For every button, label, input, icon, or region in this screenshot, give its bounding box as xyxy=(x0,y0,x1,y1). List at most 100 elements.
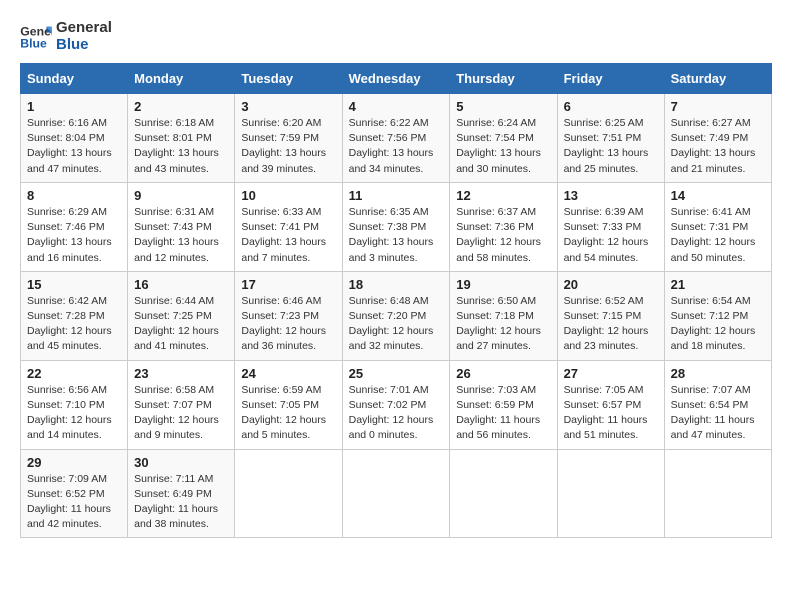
day-number: 5 xyxy=(456,99,550,114)
day-number: 21 xyxy=(671,277,765,292)
week-row-1: 1 Sunrise: 6:16 AM Sunset: 8:04 PM Dayli… xyxy=(21,94,772,183)
day-cell: 20 Sunrise: 6:52 AM Sunset: 7:15 PM Dayl… xyxy=(557,271,664,360)
col-header-sunday: Sunday xyxy=(21,64,128,94)
day-number: 28 xyxy=(671,366,765,381)
day-cell: 18 Sunrise: 6:48 AM Sunset: 7:20 PM Dayl… xyxy=(342,271,450,360)
day-info: Sunrise: 6:41 AM Sunset: 7:31 PM Dayligh… xyxy=(671,205,765,266)
day-cell: 26 Sunrise: 7:03 AM Sunset: 6:59 PM Dayl… xyxy=(450,360,557,449)
day-cell: 25 Sunrise: 7:01 AM Sunset: 7:02 PM Dayl… xyxy=(342,360,450,449)
day-number: 16 xyxy=(134,277,228,292)
day-info: Sunrise: 6:59 AM Sunset: 7:05 PM Dayligh… xyxy=(241,383,335,444)
day-number: 25 xyxy=(349,366,444,381)
day-number: 23 xyxy=(134,366,228,381)
day-cell xyxy=(342,449,450,538)
day-number: 12 xyxy=(456,188,550,203)
svg-text:Blue: Blue xyxy=(20,36,47,50)
day-number: 24 xyxy=(241,366,335,381)
day-cell: 10 Sunrise: 6:33 AM Sunset: 7:41 PM Dayl… xyxy=(235,182,342,271)
day-cell: 14 Sunrise: 6:41 AM Sunset: 7:31 PM Dayl… xyxy=(664,182,771,271)
day-info: Sunrise: 6:27 AM Sunset: 7:49 PM Dayligh… xyxy=(671,116,765,177)
col-header-thursday: Thursday xyxy=(450,64,557,94)
day-cell: 1 Sunrise: 6:16 AM Sunset: 8:04 PM Dayli… xyxy=(21,94,128,183)
header: General Blue General Blue xyxy=(20,20,772,53)
day-cell xyxy=(557,449,664,538)
day-cell: 12 Sunrise: 6:37 AM Sunset: 7:36 PM Dayl… xyxy=(450,182,557,271)
logo-general: General xyxy=(56,20,112,37)
day-number: 8 xyxy=(27,188,121,203)
day-info: Sunrise: 7:07 AM Sunset: 6:54 PM Dayligh… xyxy=(671,383,765,444)
day-cell: 5 Sunrise: 6:24 AM Sunset: 7:54 PM Dayli… xyxy=(450,94,557,183)
col-header-saturday: Saturday xyxy=(664,64,771,94)
week-row-2: 8 Sunrise: 6:29 AM Sunset: 7:46 PM Dayli… xyxy=(21,182,772,271)
day-number: 29 xyxy=(27,455,121,470)
day-cell: 17 Sunrise: 6:46 AM Sunset: 7:23 PM Dayl… xyxy=(235,271,342,360)
day-number: 6 xyxy=(564,99,658,114)
day-number: 30 xyxy=(134,455,228,470)
day-cell: 29 Sunrise: 7:09 AM Sunset: 6:52 PM Dayl… xyxy=(21,449,128,538)
day-info: Sunrise: 6:24 AM Sunset: 7:54 PM Dayligh… xyxy=(456,116,550,177)
day-cell: 19 Sunrise: 6:50 AM Sunset: 7:18 PM Dayl… xyxy=(450,271,557,360)
day-cell: 6 Sunrise: 6:25 AM Sunset: 7:51 PM Dayli… xyxy=(557,94,664,183)
day-number: 1 xyxy=(27,99,121,114)
day-info: Sunrise: 6:33 AM Sunset: 7:41 PM Dayligh… xyxy=(241,205,335,266)
day-number: 22 xyxy=(27,366,121,381)
day-cell: 4 Sunrise: 6:22 AM Sunset: 7:56 PM Dayli… xyxy=(342,94,450,183)
day-info: Sunrise: 7:09 AM Sunset: 6:52 PM Dayligh… xyxy=(27,472,121,533)
col-header-wednesday: Wednesday xyxy=(342,64,450,94)
logo-icon: General Blue xyxy=(20,23,52,51)
day-number: 18 xyxy=(349,277,444,292)
day-number: 26 xyxy=(456,366,550,381)
day-info: Sunrise: 6:16 AM Sunset: 8:04 PM Dayligh… xyxy=(27,116,121,177)
day-cell: 21 Sunrise: 6:54 AM Sunset: 7:12 PM Dayl… xyxy=(664,271,771,360)
day-cell xyxy=(235,449,342,538)
col-header-friday: Friday xyxy=(557,64,664,94)
day-info: Sunrise: 7:01 AM Sunset: 7:02 PM Dayligh… xyxy=(349,383,444,444)
day-info: Sunrise: 6:25 AM Sunset: 7:51 PM Dayligh… xyxy=(564,116,658,177)
day-cell: 2 Sunrise: 6:18 AM Sunset: 8:01 PM Dayli… xyxy=(128,94,235,183)
week-row-3: 15 Sunrise: 6:42 AM Sunset: 7:28 PM Dayl… xyxy=(21,271,772,360)
day-info: Sunrise: 7:11 AM Sunset: 6:49 PM Dayligh… xyxy=(134,472,228,533)
day-number: 19 xyxy=(456,277,550,292)
day-info: Sunrise: 6:42 AM Sunset: 7:28 PM Dayligh… xyxy=(27,294,121,355)
day-cell: 24 Sunrise: 6:59 AM Sunset: 7:05 PM Dayl… xyxy=(235,360,342,449)
col-header-tuesday: Tuesday xyxy=(235,64,342,94)
day-cell: 3 Sunrise: 6:20 AM Sunset: 7:59 PM Dayli… xyxy=(235,94,342,183)
day-cell: 23 Sunrise: 6:58 AM Sunset: 7:07 PM Dayl… xyxy=(128,360,235,449)
day-number: 27 xyxy=(564,366,658,381)
day-info: Sunrise: 6:35 AM Sunset: 7:38 PM Dayligh… xyxy=(349,205,444,266)
week-row-4: 22 Sunrise: 6:56 AM Sunset: 7:10 PM Dayl… xyxy=(21,360,772,449)
calendar-table: SundayMondayTuesdayWednesdayThursdayFrid… xyxy=(20,63,772,538)
day-cell: 9 Sunrise: 6:31 AM Sunset: 7:43 PM Dayli… xyxy=(128,182,235,271)
day-number: 13 xyxy=(564,188,658,203)
day-info: Sunrise: 6:48 AM Sunset: 7:20 PM Dayligh… xyxy=(349,294,444,355)
day-info: Sunrise: 6:18 AM Sunset: 8:01 PM Dayligh… xyxy=(134,116,228,177)
day-info: Sunrise: 6:58 AM Sunset: 7:07 PM Dayligh… xyxy=(134,383,228,444)
logo-blue: Blue xyxy=(56,37,112,54)
day-info: Sunrise: 6:46 AM Sunset: 7:23 PM Dayligh… xyxy=(241,294,335,355)
week-row-5: 29 Sunrise: 7:09 AM Sunset: 6:52 PM Dayl… xyxy=(21,449,772,538)
day-number: 9 xyxy=(134,188,228,203)
day-cell: 13 Sunrise: 6:39 AM Sunset: 7:33 PM Dayl… xyxy=(557,182,664,271)
day-number: 15 xyxy=(27,277,121,292)
day-info: Sunrise: 7:05 AM Sunset: 6:57 PM Dayligh… xyxy=(564,383,658,444)
page-container: General Blue General Blue SundayMondayTu… xyxy=(20,20,772,538)
day-cell: 15 Sunrise: 6:42 AM Sunset: 7:28 PM Dayl… xyxy=(21,271,128,360)
day-cell: 30 Sunrise: 7:11 AM Sunset: 6:49 PM Dayl… xyxy=(128,449,235,538)
day-info: Sunrise: 7:03 AM Sunset: 6:59 PM Dayligh… xyxy=(456,383,550,444)
day-cell xyxy=(664,449,771,538)
day-number: 17 xyxy=(241,277,335,292)
day-cell: 7 Sunrise: 6:27 AM Sunset: 7:49 PM Dayli… xyxy=(664,94,771,183)
day-info: Sunrise: 6:22 AM Sunset: 7:56 PM Dayligh… xyxy=(349,116,444,177)
day-info: Sunrise: 6:29 AM Sunset: 7:46 PM Dayligh… xyxy=(27,205,121,266)
day-number: 11 xyxy=(349,188,444,203)
day-number: 10 xyxy=(241,188,335,203)
day-info: Sunrise: 6:52 AM Sunset: 7:15 PM Dayligh… xyxy=(564,294,658,355)
day-cell xyxy=(450,449,557,538)
day-info: Sunrise: 6:37 AM Sunset: 7:36 PM Dayligh… xyxy=(456,205,550,266)
day-cell: 16 Sunrise: 6:44 AM Sunset: 7:25 PM Dayl… xyxy=(128,271,235,360)
day-info: Sunrise: 6:54 AM Sunset: 7:12 PM Dayligh… xyxy=(671,294,765,355)
day-info: Sunrise: 6:56 AM Sunset: 7:10 PM Dayligh… xyxy=(27,383,121,444)
calendar-header-row: SundayMondayTuesdayWednesdayThursdayFrid… xyxy=(21,64,772,94)
day-info: Sunrise: 6:39 AM Sunset: 7:33 PM Dayligh… xyxy=(564,205,658,266)
day-info: Sunrise: 6:44 AM Sunset: 7:25 PM Dayligh… xyxy=(134,294,228,355)
